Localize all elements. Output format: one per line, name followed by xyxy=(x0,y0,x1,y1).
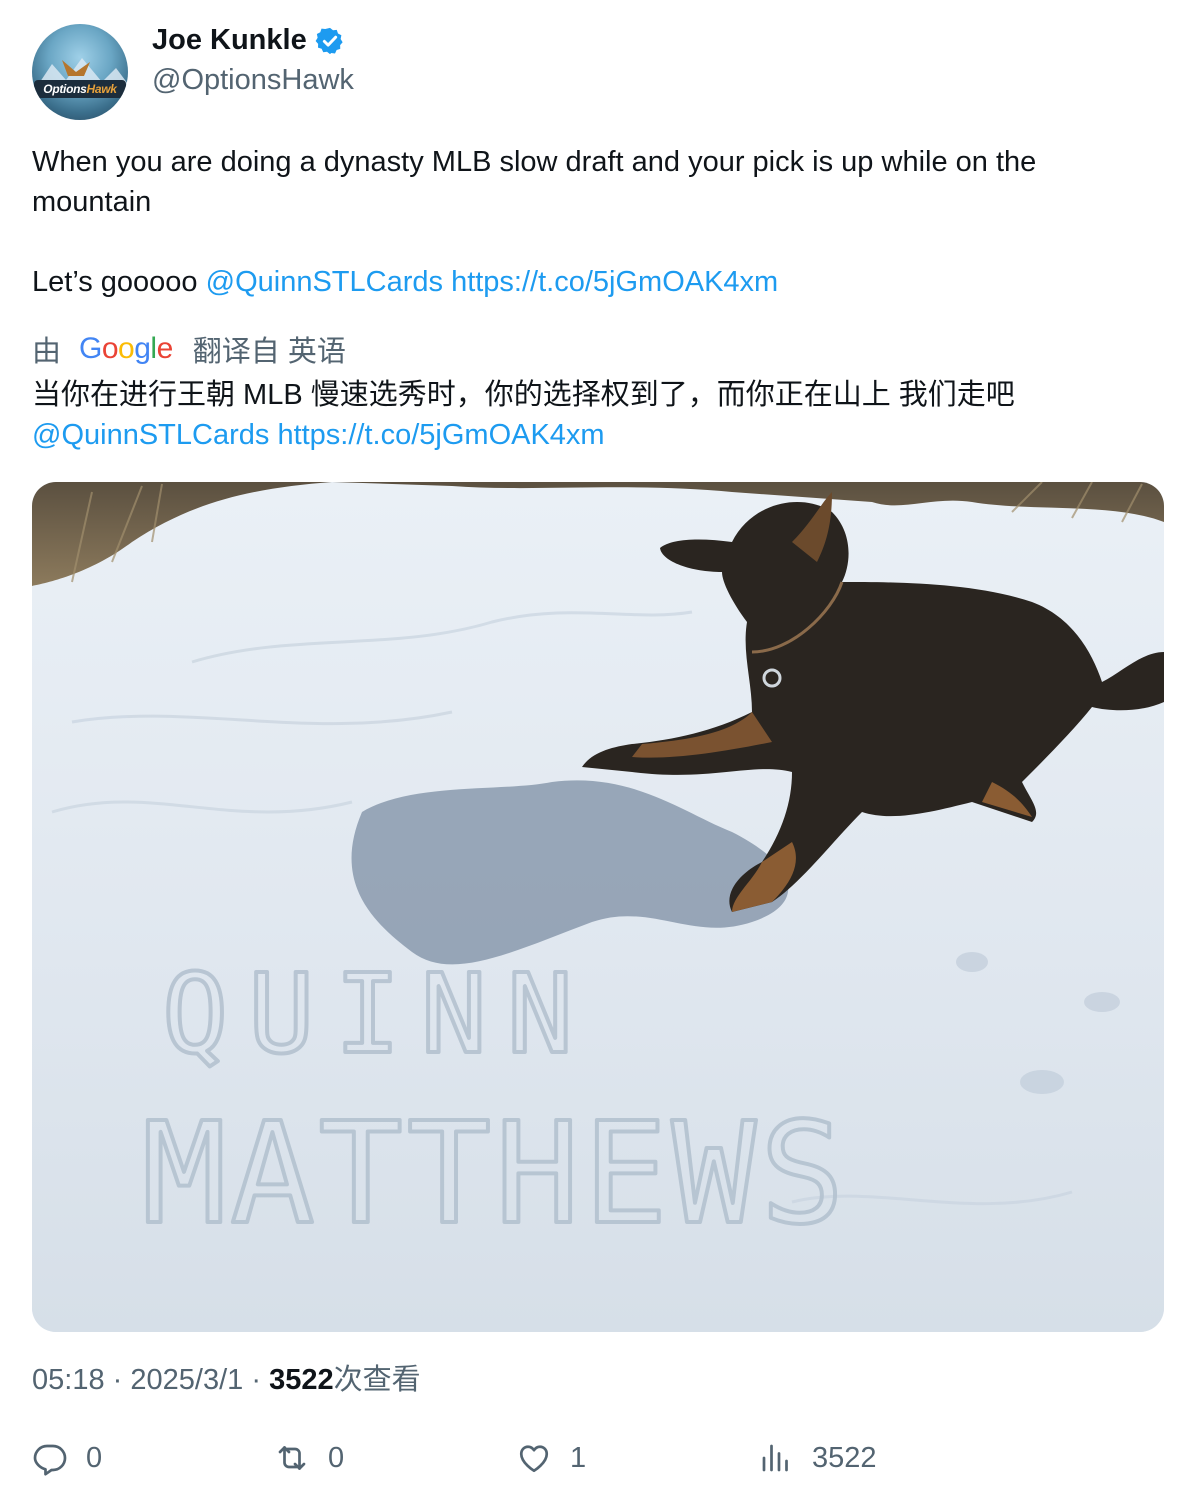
avatar[interactable]: OptionsHawk xyxy=(32,24,128,120)
translated-from-label: 翻译自 英语 xyxy=(192,336,346,368)
snow-writing-line-1: QUINN xyxy=(162,950,593,1078)
google-logo[interactable]: Google xyxy=(79,332,173,366)
author-handle[interactable]: @OptionsHawk xyxy=(152,64,354,97)
reply-icon xyxy=(33,1444,67,1476)
action-bar: 0 0 1 3522 xyxy=(0,1440,1196,1484)
tweet-date[interactable]: 2025/3/1 xyxy=(130,1364,243,1396)
retweet-icon xyxy=(278,1446,306,1470)
translated-by-prefix: 由 xyxy=(32,336,62,368)
snow-dog-image: QUINN MATTHEWS xyxy=(32,482,1164,1332)
avatar-logo: OptionsHawk xyxy=(34,80,126,98)
translation-text: 当你在进行王朝 MLB 慢速选秀时，你的选择权到了，而你正在山上 我们走吧 @Q… xyxy=(32,375,1172,455)
translation-links: @QuinnSTLCards https://t.co/5jGmOAK4xm xyxy=(32,415,1172,455)
like-count: 1 xyxy=(570,1441,587,1474)
reply-count: 0 xyxy=(86,1441,103,1474)
analytics-icon xyxy=(762,1444,788,1472)
tweet-meta: 05:18 · 2025/3/1 · 3522次查看 xyxy=(32,1356,421,1398)
translated-by: 由 Google 翻译自 英语 xyxy=(32,328,346,370)
like-button[interactable]: 1 xyxy=(516,1440,586,1476)
meta-separator-1: · xyxy=(112,1364,123,1396)
tweet-line-2: Let’s gooooo @QuinnSTLCards https://t.co… xyxy=(32,262,1162,302)
views-action-count: 3522 xyxy=(812,1441,877,1474)
translation-mention-link[interactable]: @QuinnSTLCards xyxy=(32,419,269,451)
retweet-count: 0 xyxy=(328,1441,345,1474)
translation-body: 当你在进行王朝 MLB 慢速选秀时，你的选择权到了，而你正在山上 我们走吧 xyxy=(32,379,1015,411)
translation-url-link[interactable]: https://t.co/5jGmOAK4xm xyxy=(277,419,604,451)
views-button[interactable]: 3522 xyxy=(758,1440,877,1476)
retweet-button[interactable]: 0 xyxy=(274,1440,344,1476)
views-count: 3522 xyxy=(269,1364,334,1396)
tweet-line-2-text: Let’s gooooo xyxy=(32,266,206,298)
reply-button[interactable]: 0 xyxy=(32,1440,102,1476)
url-link[interactable]: https://t.co/5jGmOAK4xm xyxy=(451,266,778,298)
display-name[interactable]: Joe Kunkle xyxy=(152,24,345,57)
verified-badge-icon xyxy=(315,27,343,54)
views-label: 次查看 xyxy=(333,1364,421,1396)
mention-link[interactable]: @QuinnSTLCards xyxy=(206,266,443,298)
author-name[interactable]: Joe Kunkle xyxy=(152,24,307,57)
meta-separator-2: · xyxy=(251,1364,261,1396)
tweet-text: When you are doing a dynasty MLB slow dr… xyxy=(32,142,1162,302)
tweet-line-1: When you are doing a dynasty MLB slow dr… xyxy=(32,146,1037,218)
tweet-time[interactable]: 05:18 xyxy=(32,1364,105,1396)
tweet-photo[interactable]: QUINN MATTHEWS xyxy=(32,482,1164,1332)
snow-writing-line-2: MATTHEWS xyxy=(142,1093,848,1256)
heart-icon xyxy=(519,1445,549,1473)
